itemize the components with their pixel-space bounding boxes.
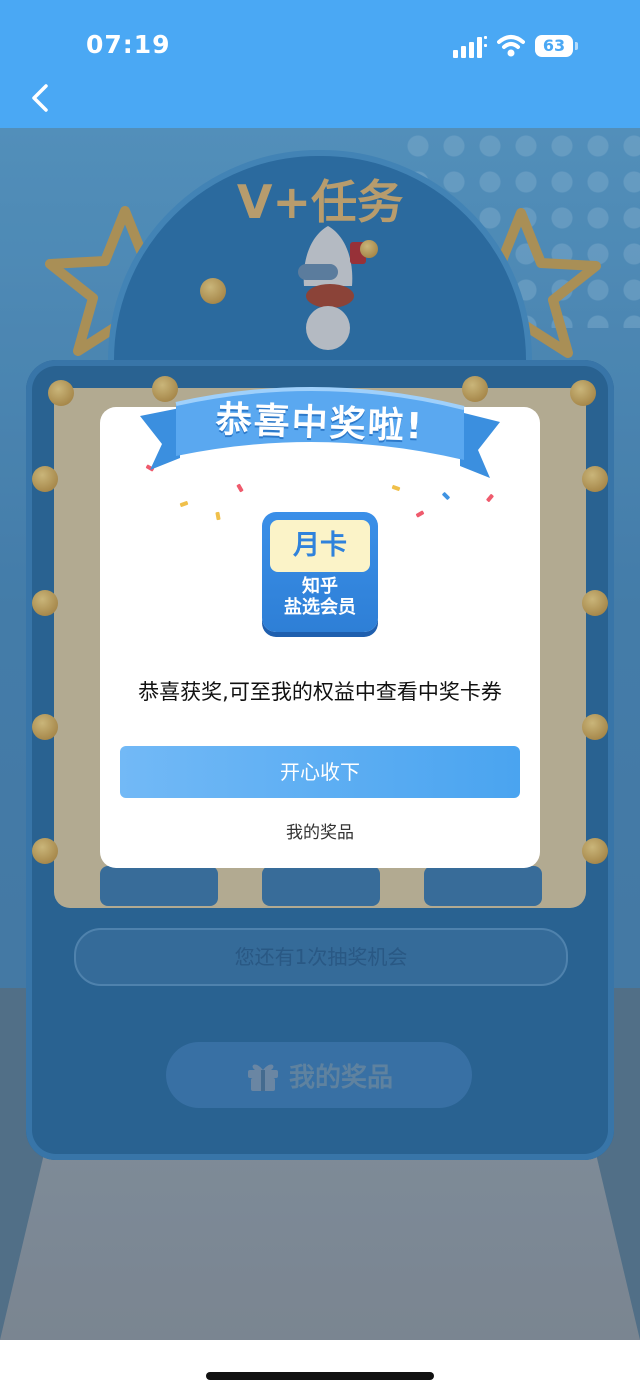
status-time: 07:19 [86, 30, 171, 59]
battery-tip [575, 42, 578, 50]
card-subtitle-line1: 知乎 [302, 576, 338, 597]
my-prizes-link[interactable]: 我的奖品 [100, 818, 540, 843]
home-indicator[interactable] [206, 1372, 434, 1380]
membership-card-icon: 月卡 知乎 盐选会员 [262, 512, 378, 632]
chevron-left-icon[interactable] [24, 80, 60, 116]
cellular-signal-icon [453, 36, 487, 58]
prize-message: 恭喜获奖,可至我的权益中查看中奖卡券 [138, 680, 502, 704]
card-subtitle: 知乎 盐选会员 [262, 576, 378, 618]
card-badge: 月卡 [270, 520, 370, 572]
accept-button[interactable]: 开心收下 [120, 746, 520, 798]
card-subtitle-line2: 盐选会员 [284, 597, 356, 618]
wifi-icon [497, 35, 525, 57]
home-indicator-area [0, 1340, 640, 1391]
battery-indicator: 63 [535, 35, 573, 57]
status-bar: 07:19 63 [0, 0, 640, 128]
